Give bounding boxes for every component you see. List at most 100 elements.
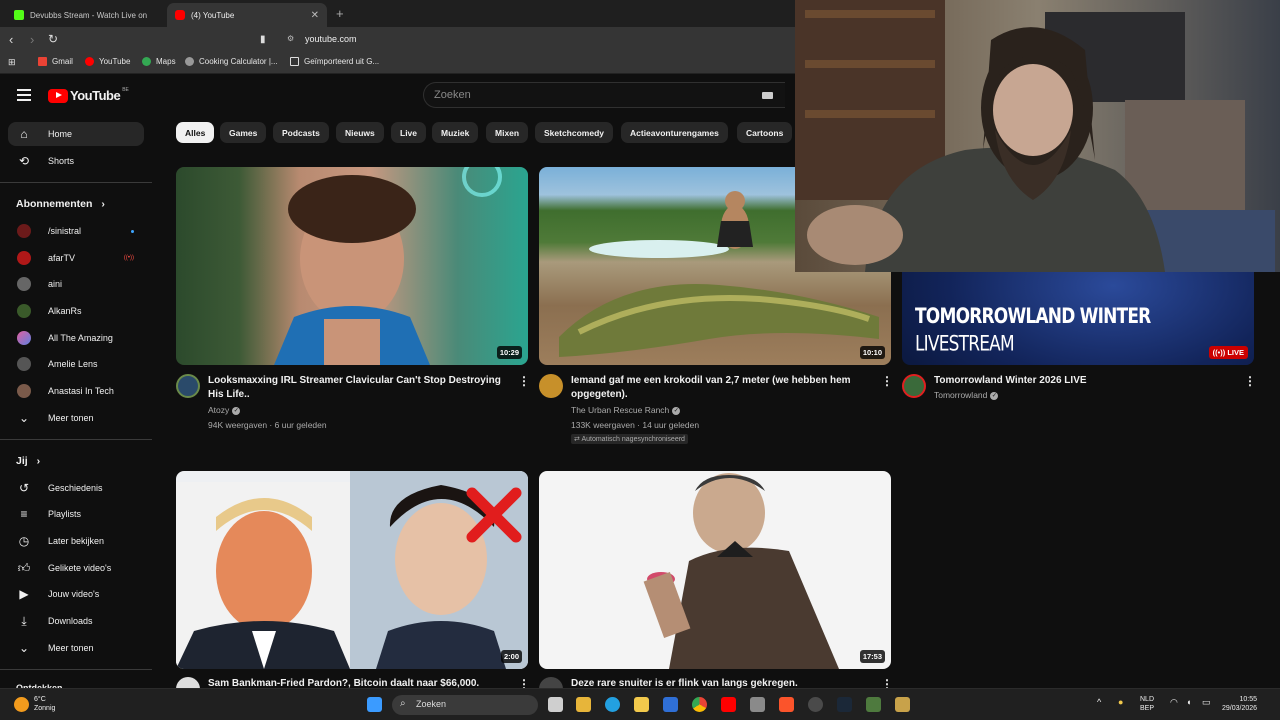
volume-icon[interactable]: ◖ bbox=[1186, 698, 1191, 707]
video-title[interactable]: Looksmaxxing IRL Streamer Clavicular Can… bbox=[208, 374, 508, 402]
chip-podcasts[interactable]: Podcasts bbox=[273, 122, 329, 143]
start-windows-icon[interactable] bbox=[367, 697, 382, 712]
sidebar-show-more[interactable]: ⌄ Meer tonen bbox=[8, 636, 144, 660]
chip-live[interactable]: Live bbox=[391, 122, 427, 143]
brave-icon[interactable] bbox=[779, 697, 794, 712]
chip-news[interactable]: Nieuws bbox=[336, 122, 384, 143]
chip-mixes[interactable]: Mixen bbox=[486, 122, 529, 143]
youtube-app-icon[interactable] bbox=[721, 697, 736, 712]
microphone-icon[interactable]: ● bbox=[1118, 698, 1123, 707]
time-text: 10:55 bbox=[1239, 696, 1258, 703]
weather-sun-icon[interactable] bbox=[14, 697, 29, 712]
task-view-icon[interactable] bbox=[548, 697, 563, 712]
file-explorer-icon[interactable] bbox=[634, 697, 649, 712]
forward-icon[interactable]: › bbox=[30, 32, 34, 47]
reload-icon[interactable]: ↻ bbox=[48, 32, 58, 46]
sidebar-show-more[interactable]: ⌄ Meer tonen bbox=[8, 406, 144, 430]
chip-music[interactable]: Muziek bbox=[432, 122, 479, 143]
taskbar-search-label: Zoeken bbox=[416, 699, 447, 709]
sidebar-divider bbox=[0, 669, 152, 670]
chip-all[interactable]: Alles bbox=[176, 122, 215, 143]
sidebar-item-subscription[interactable]: AlkanRs bbox=[8, 299, 144, 323]
sidebar-item-watch-later[interactable]: ◷ Later bekijken bbox=[8, 529, 144, 553]
url-text: youtube.com bbox=[305, 34, 357, 44]
live-indicator-icon: ((•)) bbox=[123, 255, 134, 261]
youtube-logo[interactable]: YouTube BE bbox=[48, 87, 129, 103]
calculator-icon bbox=[185, 57, 194, 66]
steam-icon[interactable] bbox=[837, 697, 852, 712]
channel-avatar[interactable] bbox=[176, 374, 200, 398]
outlook-icon[interactable] bbox=[663, 697, 678, 712]
gmail-icon bbox=[38, 57, 47, 66]
video-thumbnail[interactable]: 2:00 bbox=[176, 471, 528, 669]
browser-tab-stream[interactable]: Devubbs Stream - Watch Live on bbox=[6, 3, 158, 27]
channel-avatar-live[interactable] bbox=[902, 374, 926, 398]
url-field[interactable]: ⚙ youtube.com bbox=[280, 30, 800, 50]
badge-label: Automatisch nagesynchroniseerd bbox=[581, 436, 685, 443]
sidebar-item-subscription[interactable]: Anastasi In Tech bbox=[8, 379, 144, 403]
sidebar-item-downloads[interactable]: ⤓ Downloads bbox=[8, 609, 144, 633]
sidebar-item-label: Geschiedenis bbox=[48, 483, 103, 493]
channel-name[interactable]: The Urban Rescue Ranch ✓ bbox=[571, 405, 681, 415]
app-icon[interactable] bbox=[895, 697, 910, 712]
close-tab-icon[interactable]: ✕ bbox=[311, 10, 319, 21]
chip-games[interactable]: Games bbox=[220, 122, 267, 143]
sidebar-item-home[interactable]: ⌂ Home bbox=[8, 122, 144, 146]
chip-cartoons[interactable]: Cartoons bbox=[737, 122, 793, 143]
new-tab-icon[interactable]: + bbox=[336, 6, 344, 21]
channel-name[interactable]: Tomorrowland ✓ bbox=[934, 390, 999, 400]
site-info-icon[interactable]: ⚙ bbox=[287, 34, 294, 43]
search-input[interactable]: Zoeken bbox=[423, 82, 785, 108]
bookmark-folder-imported[interactable]: Geïmporteerd uit G... bbox=[290, 57, 379, 66]
sidebar-item-subscription[interactable]: /sinistral bbox=[8, 219, 144, 243]
sidebar-item-history[interactable]: ↺ Geschiedenis bbox=[8, 476, 144, 500]
back-icon[interactable]: ‹ bbox=[9, 32, 13, 47]
sidebar-item-shorts[interactable]: ⟲ Shorts bbox=[8, 149, 144, 173]
weather-widget[interactable]: 6°C Zonnig bbox=[34, 695, 55, 713]
hamburger-menu-icon[interactable] bbox=[17, 89, 31, 101]
sidebar-item-playlists[interactable]: ≡ Playlists bbox=[8, 502, 144, 526]
keyboard-icon[interactable] bbox=[762, 92, 773, 99]
sidebar-item-subscription[interactable]: aini bbox=[8, 272, 144, 296]
tray-overflow-icon[interactable]: ^ bbox=[1097, 698, 1101, 707]
battery-icon[interactable]: ▭ bbox=[1202, 698, 1211, 707]
calculator-app-icon[interactable] bbox=[750, 697, 765, 712]
sidebar-item-subscription[interactable]: All The Amazing bbox=[8, 326, 144, 350]
edge-icon[interactable] bbox=[605, 697, 620, 712]
chip-sketch-comedy[interactable]: Sketchcomedy bbox=[535, 122, 613, 143]
more-options-icon[interactable]: ⋮ bbox=[881, 374, 893, 388]
bookmark-maps[interactable]: Maps bbox=[142, 57, 176, 66]
bookmark-cooking-calculator[interactable]: Cooking Calculator |... bbox=[185, 57, 278, 66]
bookmark-youtube[interactable]: YouTube bbox=[85, 57, 130, 66]
browser-tab-youtube[interactable]: (4) YouTube ✕ bbox=[167, 3, 327, 27]
sidebar-item-subscription[interactable]: afarTV ((•)) bbox=[8, 246, 144, 270]
subscriptions-heading[interactable]: Abonnementen › bbox=[16, 198, 105, 210]
bookmark-icon[interactable]: ▮ bbox=[260, 34, 266, 45]
video-thumbnail[interactable]: 17:53 bbox=[539, 471, 891, 669]
chip-action-adventure-games[interactable]: Actieavonturengames bbox=[621, 122, 728, 143]
sidebar-item-liked-videos[interactable]: 👍︎ Gelikete video's bbox=[8, 556, 144, 580]
bookmark-gmail[interactable]: Gmail bbox=[38, 57, 73, 66]
video-thumbnail[interactable]: 10:29 bbox=[176, 167, 528, 365]
channel-avatar[interactable] bbox=[539, 374, 563, 398]
you-heading[interactable]: Jij › bbox=[16, 455, 40, 467]
obs-icon[interactable] bbox=[808, 697, 823, 712]
app-icon[interactable] bbox=[866, 697, 881, 712]
taskbar-search[interactable]: ⌕ Zoeken bbox=[392, 695, 538, 715]
clock[interactable]: 10:55 29/03/2026 bbox=[1222, 695, 1257, 713]
channel-name[interactable]: Atozy ✓ bbox=[208, 405, 241, 415]
sidebar-item-subscription[interactable]: Amelie Lens bbox=[8, 352, 144, 376]
apps-grid-icon[interactable]: ⊞ bbox=[8, 57, 16, 68]
more-options-icon[interactable]: ⋮ bbox=[518, 374, 530, 388]
live-broadcast-icon: ((•)) bbox=[1212, 348, 1228, 357]
sidebar-item-your-videos[interactable]: ▶ Jouw video's bbox=[8, 582, 144, 606]
store-icon[interactable] bbox=[576, 697, 591, 712]
input-language[interactable]: NLD BEP bbox=[1140, 695, 1154, 713]
video-title[interactable]: Iemand gaf me een krokodil van 2,7 meter… bbox=[571, 374, 871, 402]
video-title[interactable]: Tomorrowland Winter 2026 LIVE bbox=[934, 374, 1234, 388]
more-options-icon[interactable]: ⋮ bbox=[1244, 374, 1256, 388]
chrome-icon[interactable] bbox=[692, 697, 707, 712]
sidebar-item-label: Home bbox=[48, 129, 73, 139]
wifi-icon[interactable]: ◠ bbox=[1170, 698, 1178, 707]
channel-avatar bbox=[17, 224, 31, 238]
